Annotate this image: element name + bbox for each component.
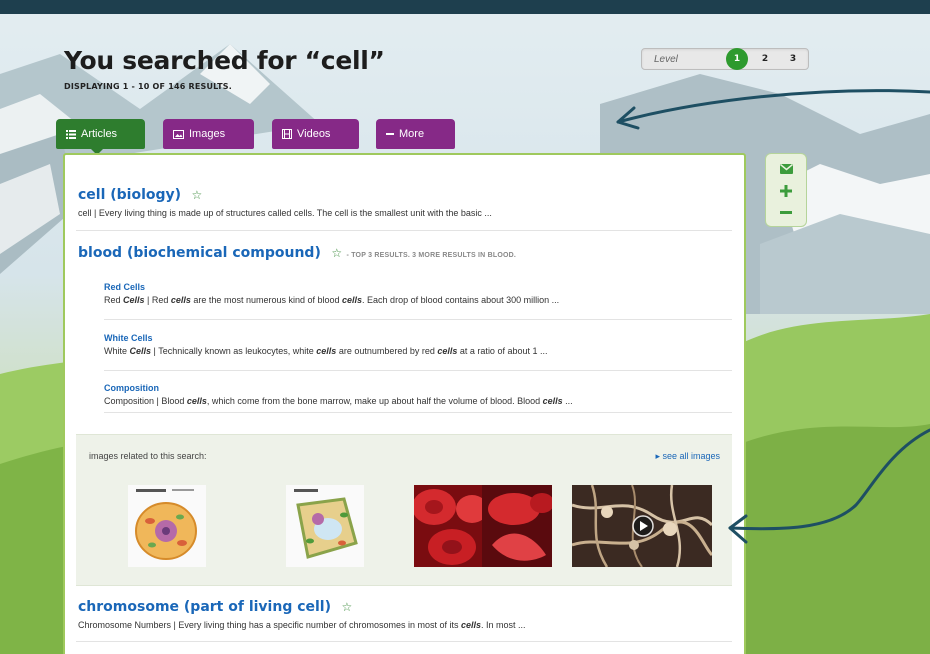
annotation-arrow-images bbox=[728, 428, 930, 531]
annotation-arrow-tabs bbox=[616, 89, 930, 124]
annotation-arrows bbox=[616, 89, 930, 544]
